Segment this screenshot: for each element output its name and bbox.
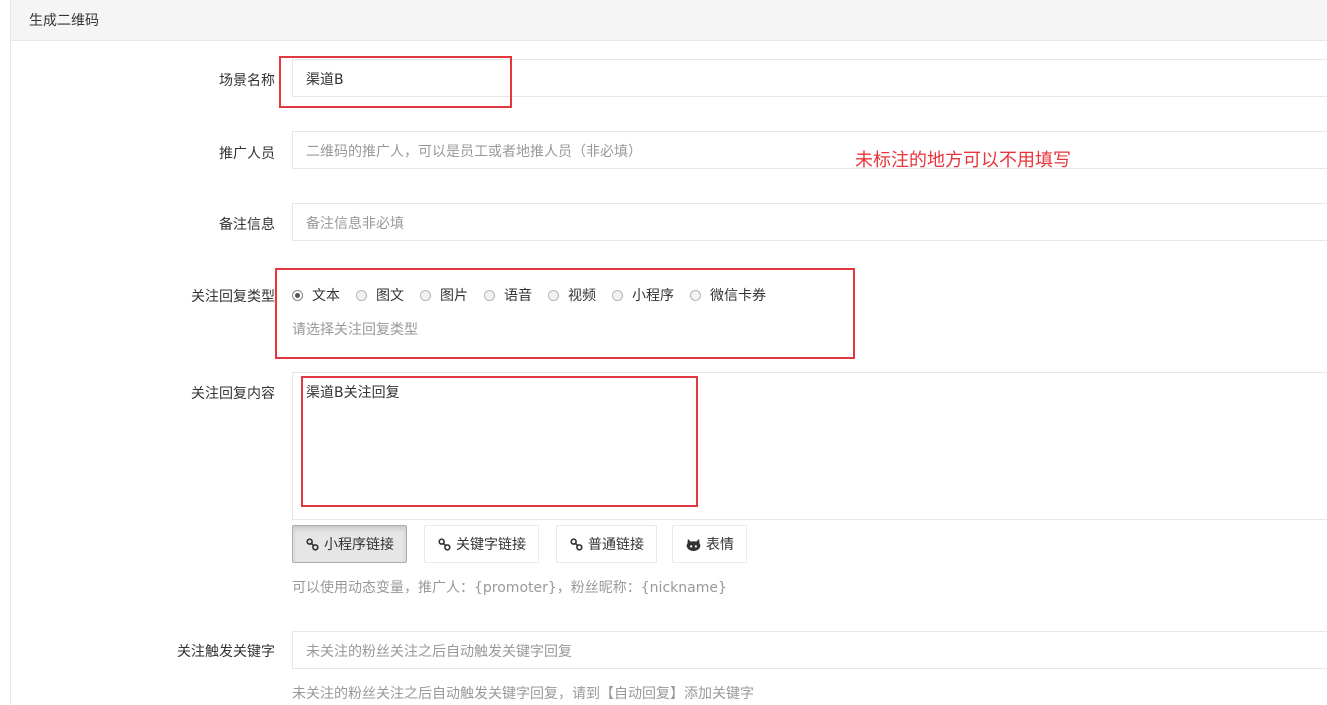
radio-icon[interactable]: [484, 289, 495, 301]
radio-label: 语音: [504, 288, 532, 304]
miniprogram-link-button[interactable]: 小程序链接: [292, 525, 407, 563]
trigger-keyword-help: 未关注的粉丝关注之后自动触发关键字回复，请到【自动回复】添加关键字: [292, 686, 754, 702]
button-label: 表情: [706, 537, 734, 553]
reply-content-help: 可以使用动态变量，推广人：{promoter}，粉丝昵称：{nickname}: [292, 580, 727, 596]
remark-input[interactable]: 备注信息非必填: [292, 203, 1327, 241]
reply-type-help: 请选择关注回复类型: [292, 322, 418, 338]
reply-type-option-image[interactable]: 图片: [420, 285, 468, 305]
radio-label: 小程序: [632, 288, 674, 304]
reply-type-option-text[interactable]: 文本: [292, 285, 340, 305]
promoter-input[interactable]: 二维码的推广人，可以是员工或者地推人员（非必填）: [292, 131, 1327, 169]
panel-title: 生成二维码: [29, 13, 99, 29]
qrcode-panel: 生成二维码: [10, 0, 1327, 705]
keyword-link-button[interactable]: 关键字链接: [424, 525, 539, 563]
link-icon: [570, 537, 583, 551]
radio-icon[interactable]: [612, 289, 623, 301]
scene-name-input[interactable]: 渠道B: [292, 59, 1327, 97]
reply-type-label: 关注回复类型: [191, 289, 275, 305]
panel-header: 生成二维码: [11, 0, 1327, 41]
reply-type-option-card[interactable]: 微信卡券: [690, 285, 766, 305]
radio-label: 图片: [440, 288, 468, 304]
radio-label: 视频: [568, 288, 596, 304]
trigger-keyword-input[interactable]: 未关注的粉丝关注之后自动触发关键字回复: [292, 631, 1327, 669]
reply-type-radio-group: 文本 图文 图片 语音 视频 小程序 微信卡券: [292, 285, 782, 305]
reply-content-label: 关注回复内容: [191, 386, 275, 402]
radio-label: 图文: [376, 288, 404, 304]
github-icon: [686, 538, 701, 551]
radio-checked-icon[interactable]: [292, 289, 303, 301]
radio-icon[interactable]: [548, 289, 559, 301]
trigger-keyword-label: 关注触发关键字: [177, 644, 275, 660]
radio-icon[interactable]: [356, 289, 367, 301]
reply-type-option-voice[interactable]: 语音: [484, 285, 532, 305]
radio-label: 文本: [312, 288, 340, 304]
button-label: 普通链接: [588, 537, 644, 553]
link-icon: [306, 537, 319, 551]
promoter-label: 推广人员: [219, 146, 275, 162]
scene-name-label: 场景名称: [219, 73, 275, 89]
button-label: 关键字链接: [456, 537, 526, 553]
radio-icon[interactable]: [690, 289, 701, 301]
emoji-button[interactable]: 表情: [672, 525, 747, 563]
radio-icon[interactable]: [420, 289, 431, 301]
link-icon: [438, 537, 451, 551]
button-label: 小程序链接: [324, 537, 394, 553]
normal-link-button[interactable]: 普通链接: [556, 525, 657, 563]
annotation-note: 未标注的地方可以不用填写: [855, 150, 1071, 171]
remark-label: 备注信息: [219, 217, 275, 233]
radio-label: 微信卡券: [710, 288, 766, 304]
reply-type-option-miniprogram[interactable]: 小程序: [612, 285, 674, 305]
reply-type-option-video[interactable]: 视频: [548, 285, 596, 305]
reply-content-textarea[interactable]: 渠道B关注回复: [292, 372, 1327, 520]
reply-type-option-news[interactable]: 图文: [356, 285, 404, 305]
